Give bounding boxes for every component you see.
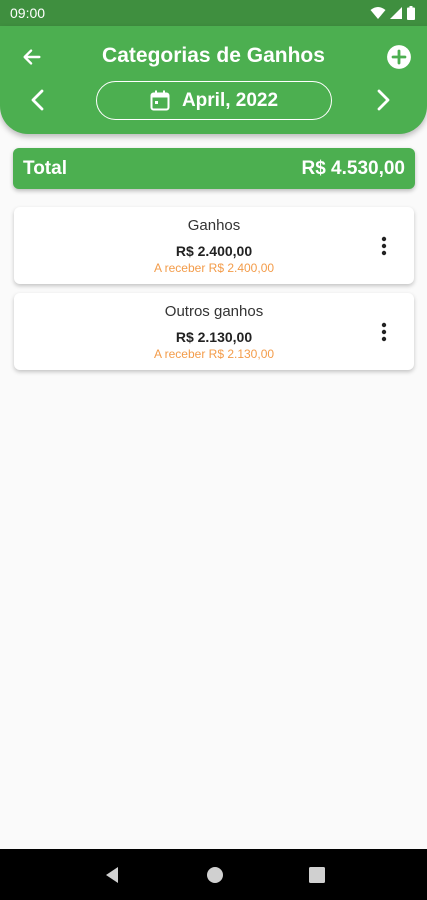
- total-label: Total: [23, 157, 67, 179]
- category-name: Ganhos: [187, 217, 241, 234]
- category-receivable: A receber R$ 2.400,00: [153, 261, 275, 275]
- month-selector[interactable]: April, 2022: [96, 81, 332, 120]
- nav-recents-icon[interactable]: [308, 866, 325, 883]
- category-menu-button[interactable]: [372, 234, 396, 258]
- chevron-left-icon: [31, 89, 44, 111]
- category-menu-button[interactable]: [372, 320, 396, 344]
- wifi-icon: [370, 7, 386, 19]
- previous-month-button[interactable]: [20, 82, 56, 118]
- chevron-right-icon: [377, 89, 390, 111]
- status-bar: 09:00: [0, 0, 427, 26]
- category-receivable: A receber R$ 2.130,00: [153, 347, 275, 361]
- next-month-button[interactable]: [365, 82, 401, 118]
- nav-home-icon[interactable]: [206, 866, 224, 884]
- plus-circle-icon: [387, 45, 411, 69]
- status-time: 09:00: [10, 5, 46, 21]
- month-label: April, 2022: [181, 89, 279, 111]
- nav-back-icon[interactable]: [103, 866, 121, 884]
- calendar-icon: [150, 90, 170, 111]
- back-button[interactable]: [14, 39, 50, 75]
- category-card[interactable]: Outros ganhos R$ 2.130,00 A receber R$ 2…: [14, 293, 414, 370]
- category-card[interactable]: Ganhos R$ 2.400,00 A receber R$ 2.400,00: [14, 207, 414, 284]
- signal-icon: [390, 7, 402, 19]
- category-value: R$ 2.130,00: [175, 329, 253, 345]
- status-icons: [370, 6, 415, 20]
- page-title: Categorias de Ganhos: [102, 44, 325, 67]
- category-value: R$ 2.400,00: [175, 243, 253, 259]
- add-category-button[interactable]: [381, 39, 417, 75]
- app-header: Categorias de Ganhos April, 2022: [0, 26, 427, 134]
- system-navigation-bar: [0, 849, 427, 900]
- category-name: Outros ganhos: [164, 303, 264, 320]
- total-value: R$ 4.530,00: [301, 157, 405, 179]
- battery-icon: [407, 6, 415, 20]
- more-vertical-icon: [381, 236, 387, 256]
- arrow-left-icon: [23, 49, 41, 65]
- total-summary: Total R$ 4.530,00: [13, 148, 415, 189]
- more-vertical-icon: [381, 322, 387, 342]
